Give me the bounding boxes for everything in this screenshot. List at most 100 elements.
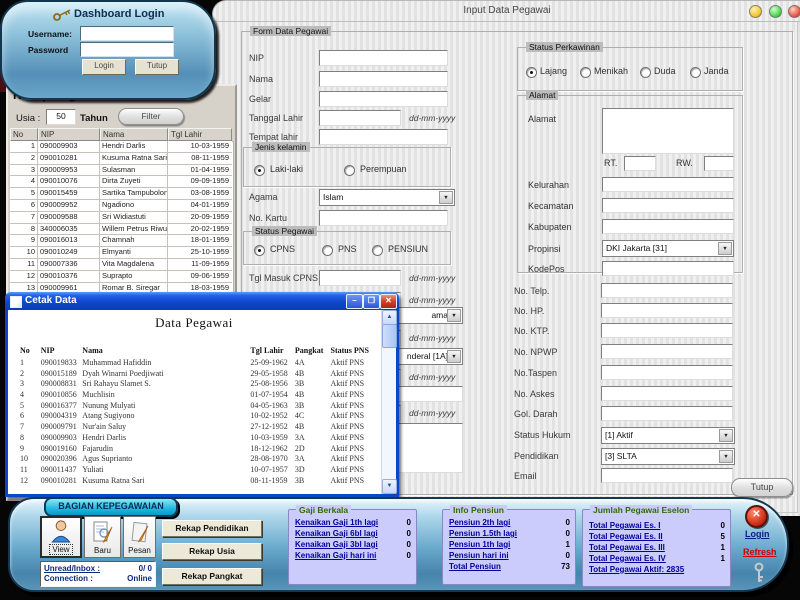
close-app-button[interactable]: ✕ — [745, 505, 768, 528]
chevron-down-icon[interactable]: ▼ — [718, 242, 732, 255]
tutup-button[interactable]: Tutup — [135, 59, 179, 75]
rekap-pangkat-button[interactable]: Rekap Pangkat — [162, 568, 262, 585]
agama-select[interactable]: Islam ▼ — [319, 189, 455, 206]
table-row[interactable]: 2 090010281 Kusuma Ratna Sari 08-11-1959 — [10, 153, 232, 165]
gol-darah-field[interactable] — [601, 406, 733, 421]
stat-link[interactable]: Total Pegawai Es. III — [589, 543, 665, 554]
chevron-down-icon[interactable]: ▼ — [719, 450, 733, 463]
filter-button[interactable]: Filter — [118, 108, 184, 125]
minimize-button[interactable]: – — [346, 294, 363, 309]
rekap-usia-button[interactable]: Rekap Usia — [162, 543, 262, 560]
col-tgl-lahir[interactable]: Tgl Lahir — [168, 128, 232, 141]
no-telp-field[interactable] — [601, 283, 733, 298]
stat-link[interactable]: Total Pegawai Es. IV — [589, 554, 666, 565]
scroll-thumb[interactable] — [382, 324, 397, 348]
view-button[interactable]: View — [40, 516, 82, 558]
pesan-button[interactable]: Pesan — [123, 516, 156, 558]
alamat-textarea[interactable] — [602, 108, 734, 154]
tanggal-lahir-field[interactable] — [319, 110, 401, 126]
nama-field[interactable] — [319, 71, 448, 87]
no-kartu-label: No. Kartu — [249, 213, 287, 223]
col-nama[interactable]: Nama — [100, 128, 168, 141]
no-kartu-field[interactable] — [319, 210, 448, 226]
table-row[interactable]: 3 090009953 Sulasman 01-04-1959 — [10, 165, 232, 177]
col-nip[interactable]: NIP — [38, 128, 100, 141]
tgl-masuk-cpns-field[interactable] — [319, 270, 401, 286]
usia-input[interactable]: 50 — [46, 109, 76, 125]
no-askes-field[interactable] — [601, 386, 733, 401]
baru-button[interactable]: Baru — [84, 516, 121, 558]
no-npwp-field[interactable] — [601, 344, 733, 359]
rt-field[interactable] — [624, 156, 656, 171]
nip-field[interactable] — [319, 50, 448, 66]
no-hp-field[interactable] — [601, 303, 733, 318]
maximize-ball-icon[interactable] — [769, 5, 782, 18]
radio-laki-laki[interactable] — [254, 165, 265, 176]
tempat-lahir-field[interactable] — [319, 129, 448, 145]
scroll-up-icon[interactable]: ▲ — [382, 310, 397, 325]
rw-field[interactable] — [704, 156, 734, 171]
table-row[interactable]: 10 090010249 Elmyanti 25-10-1959 — [10, 247, 232, 259]
stat-link[interactable]: Kenaikan Gaji hari ini — [295, 551, 376, 562]
radio-janda[interactable] — [690, 67, 701, 78]
stat-link[interactable]: Total Pegawai Aktif: 2835 — [589, 565, 684, 576]
refresh-link[interactable]: Refresh — [743, 547, 777, 557]
table-row[interactable]: 11 090007336 Vita Magdalena 11-09-1959 — [10, 259, 232, 271]
radio-menikah[interactable] — [580, 67, 591, 78]
stat-link[interactable]: Pensiun 1.5th lagi — [449, 529, 517, 540]
maximize-button[interactable]: ❐ — [363, 294, 380, 309]
username-input[interactable] — [80, 26, 174, 41]
login-link[interactable]: Login — [745, 529, 770, 539]
kecamatan-field[interactable] — [602, 198, 734, 213]
table-row[interactable]: 12 090010376 Suprapto 09-06-1959 — [10, 271, 232, 283]
table-row[interactable]: 4 090010076 Dirta Zuyeti 09-09-1959 — [10, 176, 232, 188]
gelar-field[interactable] — [319, 91, 448, 107]
stat-link[interactable]: Pensiun 2th lagi — [449, 518, 510, 529]
stat-link[interactable]: Total Pegawai Es. I — [589, 521, 660, 532]
chevron-down-icon[interactable]: ▼ — [447, 350, 461, 363]
stat-link[interactable]: Kenaikan Gaji 6bl lagi — [295, 529, 378, 540]
password-input[interactable] — [80, 42, 174, 57]
table-row[interactable]: 7 090009588 Sri Widiastuti 20-09-1959 — [10, 212, 232, 224]
chevron-down-icon[interactable]: ▼ — [439, 191, 453, 204]
kelurahan-field[interactable] — [602, 177, 734, 192]
radio-pns[interactable] — [322, 245, 333, 256]
no-ktp-field[interactable] — [601, 323, 733, 338]
stat-link[interactable]: Kenaikan Gaji 1th lagi — [295, 518, 378, 529]
table-row[interactable]: 5 090015459 Sartika Tampubolon 03-08-195… — [10, 188, 232, 200]
chevron-down-icon[interactable]: ▼ — [447, 309, 461, 322]
minimize-ball-icon[interactable] — [749, 5, 762, 18]
pendidikan-select[interactable]: [3] SLTA ▼ — [601, 448, 735, 465]
stat-link[interactable]: Pensiun 1th lagi — [449, 540, 510, 551]
table-row[interactable]: 8 340006035 Willem Petrus Riwu 20-02-195… — [10, 224, 232, 236]
table-row[interactable]: 6 090009952 Ngadiono 04-01-1959 — [10, 200, 232, 212]
stat-link[interactable]: Pensiun hari ini — [449, 551, 509, 562]
stat-link[interactable]: Kenaikan Gaji 3bl lagi — [295, 540, 378, 551]
radio-perempuan[interactable] — [344, 165, 355, 176]
no-taspen-field[interactable] — [601, 365, 733, 380]
chevron-down-icon[interactable]: ▼ — [719, 429, 733, 442]
rekap-pendidikan-button[interactable]: Rekap Pendidikan — [162, 520, 262, 537]
table-row[interactable]: 1 090009903 Hendri Darlis 10-03-1959 — [10, 141, 232, 153]
kodepos-field[interactable] — [602, 261, 734, 276]
scroll-down-icon[interactable]: ▼ — [382, 479, 397, 494]
stat-link[interactable]: Total Pegawai Es. II — [589, 532, 663, 543]
table-row[interactable]: 9 090016013 Chamnah 18-01-1959 — [10, 235, 232, 247]
window-titlebar[interactable]: Cetak Data – ❐ ✕ — [5, 292, 399, 310]
radio-pensiun[interactable] — [372, 245, 383, 256]
scrollbar[interactable]: ▲ ▼ — [381, 310, 396, 494]
close-button[interactable]: ✕ — [380, 294, 397, 309]
stat-link[interactable]: Total Pensiun — [449, 562, 501, 573]
tutup-button[interactable]: Tutup — [731, 478, 793, 497]
col-no[interactable]: No — [10, 128, 38, 141]
close-ball-icon[interactable] — [788, 5, 800, 18]
radio-cpns[interactable] — [254, 245, 265, 256]
radio-lajang[interactable] — [526, 67, 537, 78]
status-hukum-select[interactable]: [1] Aktif ▼ — [601, 427, 735, 444]
window-titlebar[interactable]: Input Data Pegawai — [213, 1, 800, 22]
radio-duda[interactable] — [640, 67, 651, 78]
login-button[interactable]: Login — [82, 59, 126, 75]
propinsi-select[interactable]: DKI Jakarta [31] ▼ — [602, 240, 734, 257]
email-field[interactable] — [601, 468, 733, 483]
kabupaten-field[interactable] — [602, 219, 734, 234]
